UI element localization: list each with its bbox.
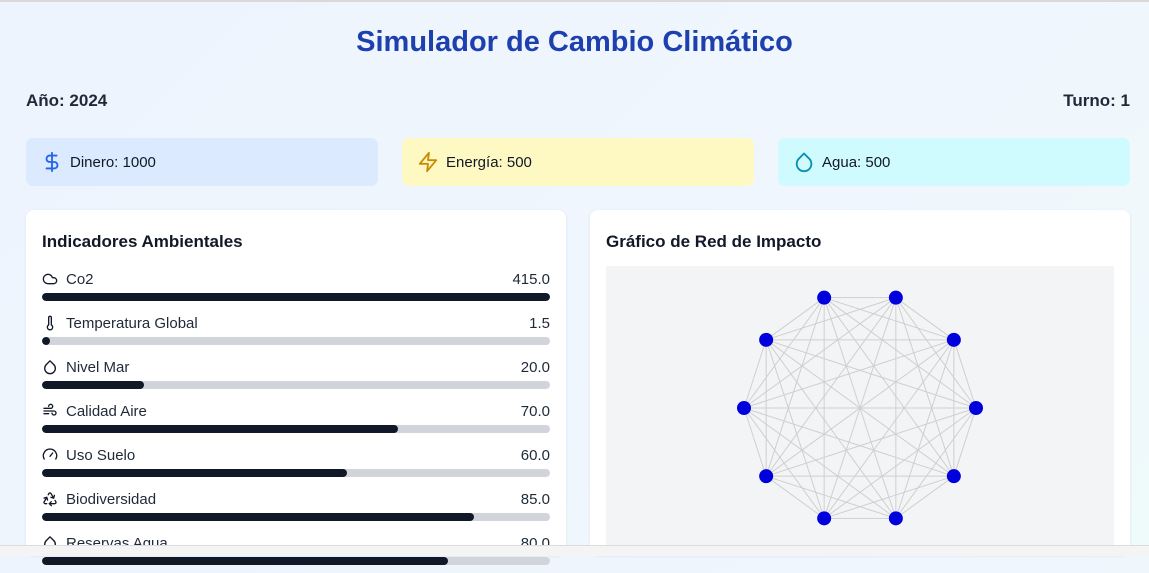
resource-money: Dinero: 1000	[26, 138, 378, 186]
network-node[interactable]	[946, 332, 961, 347]
thermometer-icon	[42, 315, 58, 331]
network-edge	[743, 407, 825, 519]
dollar-icon	[41, 151, 63, 173]
indicator-name: Co2	[66, 270, 94, 288]
network-edge	[743, 407, 955, 477]
indicator-value: 70.0	[520, 402, 550, 420]
page-title: Simulador de Cambio Climático	[356, 26, 793, 58]
network-edge	[765, 475, 897, 519]
network-node[interactable]	[817, 290, 832, 305]
network-node[interactable]	[888, 290, 903, 305]
network-edge	[823, 407, 977, 519]
network-edge	[765, 297, 897, 341]
indicator-name: Nivel Mar	[66, 358, 130, 376]
lightning-icon	[417, 151, 439, 173]
indicator-temperature: Temperatura Global 1.5	[42, 313, 550, 353]
indicator-sea-level: Nivel Mar 20.0	[42, 357, 550, 397]
resource-energy-label: Energía: 500	[446, 153, 532, 171]
indicator-bar-fill	[42, 557, 449, 565]
network-edge	[743, 297, 897, 409]
resource-energy: Energía: 500	[402, 138, 754, 186]
network-node[interactable]	[759, 332, 774, 347]
network-edge	[823, 297, 977, 409]
indicator-value: 415.0	[512, 270, 550, 288]
network-edge	[743, 407, 767, 477]
network-edge	[765, 407, 977, 477]
indicator-bar-fill	[42, 469, 347, 477]
network-graph	[737, 290, 983, 526]
network-edge	[953, 339, 977, 409]
network-edge	[895, 339, 955, 519]
wind-icon	[42, 403, 58, 419]
network-edge	[743, 339, 767, 409]
window-top-border	[0, 0, 1149, 2]
indicator-bar	[42, 557, 550, 565]
indicator-value: 1.5	[529, 314, 550, 332]
network-edge	[895, 475, 955, 519]
droplet-icon	[42, 359, 58, 375]
indicator-name: Uso Suelo	[66, 446, 136, 464]
network-node[interactable]	[759, 469, 774, 484]
network-edge	[765, 297, 825, 341]
indicator-air-quality: Calidad Aire 70.0	[42, 401, 550, 441]
recycle-icon	[42, 491, 58, 507]
indicator-bar-fill	[42, 337, 50, 345]
network-edge	[743, 407, 897, 519]
network-edge	[823, 475, 955, 519]
network-edge	[765, 475, 825, 519]
network-edge	[953, 407, 977, 477]
indicator-name: Calidad Aire	[66, 402, 147, 420]
network-graph-area[interactable]	[606, 266, 1114, 555]
window-bottom-border	[0, 545, 1149, 556]
indicator-bar	[42, 469, 550, 477]
resource-water-label: Agua: 500	[822, 153, 891, 171]
network-edge	[765, 339, 977, 409]
indicator-bar-fill	[42, 425, 398, 433]
network-node[interactable]	[946, 469, 961, 484]
indicator-co2: Co2 415.0	[42, 269, 550, 309]
network-edge	[765, 339, 825, 519]
indicator-name: Biodiversidad	[66, 490, 157, 508]
network-node[interactable]	[737, 401, 751, 415]
indicator-bar	[42, 513, 550, 521]
indicator-bar-fill	[42, 381, 144, 389]
network-node[interactable]	[969, 401, 983, 415]
indicators-title: Indicadores Ambientales	[42, 232, 243, 251]
indicator-value: 20.0	[520, 358, 550, 376]
indicator-bar	[42, 381, 550, 389]
indicator-bar	[42, 293, 550, 301]
indicator-bar-fill	[42, 293, 550, 301]
indicator-land-use: Uso Suelo 60.0	[42, 445, 550, 485]
network-edge	[895, 297, 955, 477]
indicator-value: 85.0	[520, 490, 550, 508]
year-label: Año: 2024	[26, 91, 108, 110]
indicator-value: 60.0	[520, 446, 550, 464]
turn-label: Turno: 1	[1063, 91, 1130, 110]
network-edge	[765, 297, 825, 477]
indicator-name: Temperatura Global	[66, 314, 198, 332]
indicator-biodiversity: Biodiversidad 85.0	[42, 489, 550, 529]
indicator-bar	[42, 337, 550, 345]
droplet-icon	[793, 151, 815, 173]
network-edge	[895, 297, 955, 341]
resource-money-label: Dinero: 1000	[70, 153, 156, 171]
indicators-card: Indicadores Ambientales Co2 415.0 Temper…	[26, 210, 566, 565]
cloud-icon	[42, 271, 58, 287]
indicator-bar-fill	[42, 513, 474, 521]
network-edge	[765, 339, 897, 519]
network-node[interactable]	[817, 511, 832, 526]
network-title: Gráfico de Red de Impacto	[606, 232, 822, 251]
impact-network-card: Gráfico de Red de Impacto	[590, 210, 1130, 555]
network-edge	[743, 339, 955, 409]
resource-water: Agua: 500	[778, 138, 1130, 186]
indicator-bar	[42, 425, 550, 433]
network-node[interactable]	[888, 511, 903, 526]
gauge-icon	[42, 447, 58, 463]
